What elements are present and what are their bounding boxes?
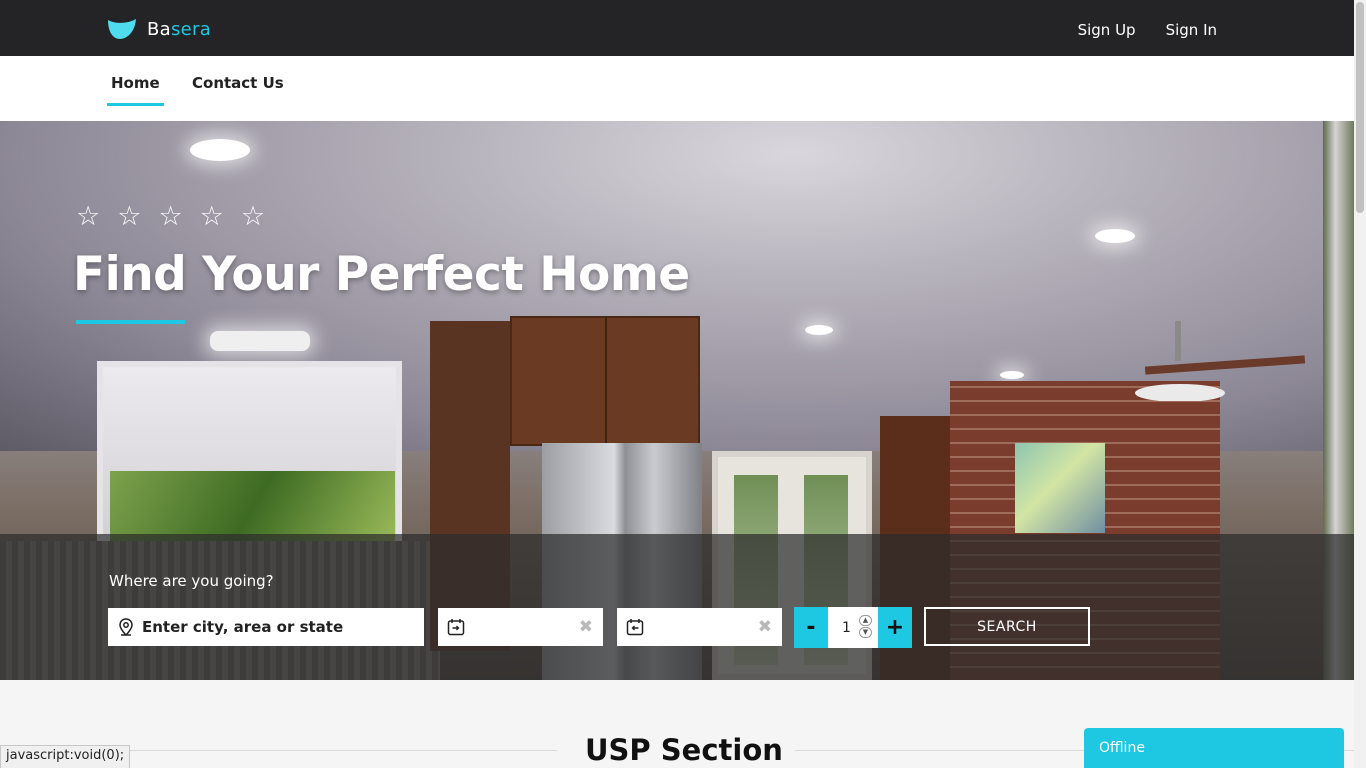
page-scrollbar[interactable] <box>1354 0 1366 768</box>
star-icon[interactable]: ☆ <box>158 203 182 230</box>
hero-banner: ☆ ☆ ☆ ☆ ☆ Find Your Perfect Home Where a… <box>0 121 1354 680</box>
top-bar: Basera Sign Up Sign In <box>0 0 1354 56</box>
location-input[interactable]: Enter city, area or state <box>108 608 424 646</box>
chat-widget[interactable]: Offline <box>1084 728 1344 768</box>
star-icon[interactable]: ☆ <box>76 203 100 230</box>
page: Basera Sign Up Sign In Home Contact Us ☆… <box>0 0 1354 768</box>
check-in-date-field[interactable]: ✖ <box>438 608 603 646</box>
clear-check-out-icon[interactable]: ✖ <box>758 617 772 637</box>
account-links: Sign Up Sign In <box>1078 21 1217 39</box>
brand-logo[interactable]: Basera <box>107 18 211 40</box>
nav-item-contact[interactable]: Contact Us <box>192 74 284 92</box>
check-out-date-field[interactable]: ✖ <box>617 608 782 646</box>
browser-status-bar: javascript:void(0); <box>0 745 131 768</box>
decrement-button[interactable]: - <box>794 607 828 648</box>
calendar-check-out-icon <box>626 619 644 636</box>
wave-logo-icon <box>108 19 136 39</box>
guest-count-value: 1 <box>842 619 851 636</box>
rating-stars: ☆ ☆ ☆ ☆ ☆ <box>76 203 265 230</box>
star-icon[interactable]: ☆ <box>200 203 224 230</box>
spin-down-icon[interactable]: ▼ <box>859 627 872 638</box>
brand-name: Basera <box>147 18 212 40</box>
scrollbar-thumb[interactable] <box>1356 2 1364 213</box>
search-button[interactable]: SEARCH <box>924 607 1090 646</box>
search-label: Where are you going? <box>109 572 274 590</box>
hero-title: Find Your Perfect Home <box>73 247 690 302</box>
clear-check-in-icon[interactable]: ✖ <box>579 617 593 637</box>
guest-stepper: - 1 ▲ ▼ + <box>794 607 912 648</box>
search-panel: Where are you going? Enter city, area or… <box>0 534 1354 680</box>
nav-item-home[interactable]: Home <box>107 74 164 106</box>
usp-section-title: USP Section <box>585 733 783 767</box>
location-placeholder: Enter city, area or state <box>142 618 344 636</box>
sign-in-link[interactable]: Sign In <box>1166 21 1217 39</box>
spinner-controls[interactable]: ▲ ▼ <box>859 615 872 638</box>
star-icon[interactable]: ☆ <box>241 203 265 230</box>
location-pin-icon <box>119 618 133 636</box>
spin-up-icon[interactable]: ▲ <box>859 615 872 626</box>
title-underline <box>76 320 185 324</box>
main-nav: Home Contact Us <box>0 56 1354 121</box>
sign-up-link[interactable]: Sign Up <box>1078 21 1136 39</box>
guest-count-input[interactable]: 1 ▲ ▼ <box>828 607 878 648</box>
increment-button[interactable]: + <box>878 607 912 648</box>
star-icon[interactable]: ☆ <box>117 203 141 230</box>
calendar-check-in-icon <box>447 619 465 636</box>
